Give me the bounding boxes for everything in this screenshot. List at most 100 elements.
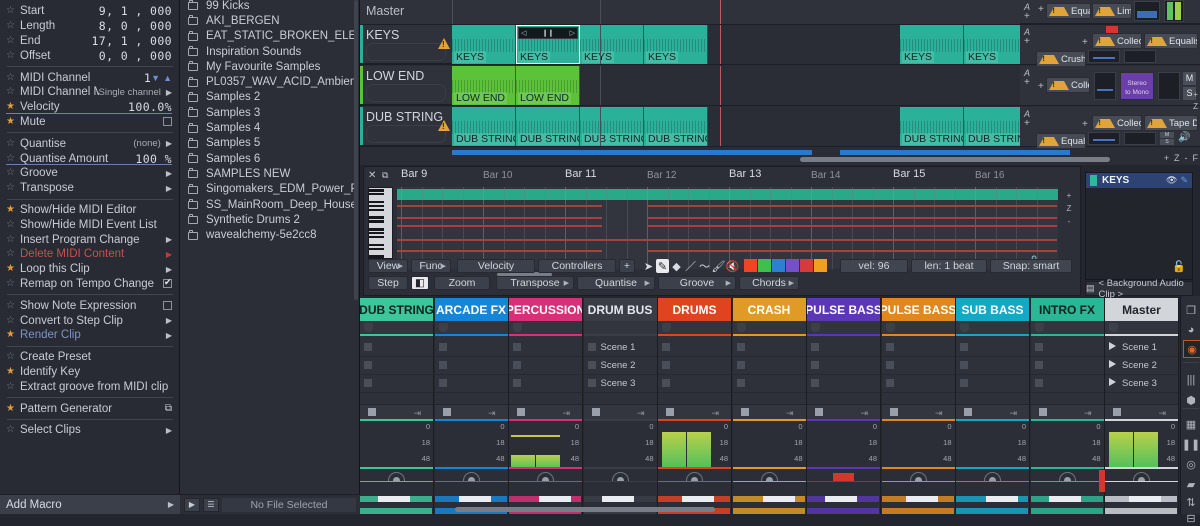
folder-list-item[interactable]: wavealchemy-5e2cc8 bbox=[180, 227, 355, 242]
midi-note[interactable] bbox=[647, 250, 817, 252]
zoom-control-Z[interactable]: Z bbox=[1174, 153, 1180, 163]
piano-keyboard[interactable] bbox=[368, 187, 393, 269]
warning-icon[interactable] bbox=[438, 38, 450, 49]
vertical-zoom-z[interactable]: Z bbox=[1193, 102, 1198, 111]
clip-slot-square[interactable] bbox=[811, 361, 819, 369]
scene-launch-icon[interactable] bbox=[1109, 360, 1116, 368]
favourite-star-icon[interactable]: ☆ bbox=[6, 183, 20, 193]
favourite-star-icon[interactable]: ☆ bbox=[6, 219, 20, 230]
property-row[interactable]: ★ Identify Key bbox=[0, 365, 180, 380]
route-icon[interactable]: ⇥ bbox=[562, 408, 570, 419]
mixer-channel[interactable]: CRASH ⇥ 0 18 48 bbox=[732, 298, 807, 514]
favourite-star-icon[interactable]: ☆ bbox=[6, 315, 20, 326]
plugin-slot[interactable]: Equaliser bbox=[1144, 33, 1198, 49]
favourite-star-icon[interactable]: ★ bbox=[6, 204, 20, 215]
favourite-star-icon[interactable]: ☆ bbox=[6, 35, 20, 46]
favourite-star-icon[interactable]: ☆ bbox=[6, 249, 20, 259]
input-selector[interactable] bbox=[438, 323, 448, 332]
piano-black-key[interactable] bbox=[369, 235, 384, 239]
favourite-star-icon[interactable]: ☆ bbox=[6, 6, 20, 16]
browser-list-view-button[interactable]: ☰ bbox=[203, 497, 219, 512]
stop-button[interactable] bbox=[1038, 408, 1047, 416]
audio-clip[interactable]: DUB STRING bbox=[644, 107, 708, 146]
property-row[interactable]: ★ Render Clip ▶ bbox=[0, 328, 180, 343]
plugin-slot[interactable]: Tape Delay bbox=[1144, 115, 1198, 131]
stop-button[interactable] bbox=[666, 408, 674, 416]
favourite-star-icon[interactable]: ☆ bbox=[6, 87, 20, 97]
note-color-swatch[interactable] bbox=[786, 259, 799, 272]
mixer-channel-name[interactable]: DRUMS bbox=[658, 298, 731, 321]
clip-slot-row[interactable] bbox=[509, 338, 582, 357]
clip-slot-row[interactable] bbox=[658, 374, 731, 393]
channel-eq-strip[interactable] bbox=[1030, 481, 1104, 514]
line-icon[interactable]: ／ bbox=[684, 259, 697, 273]
piano-black-key[interactable] bbox=[369, 192, 384, 196]
eq-band[interactable] bbox=[807, 508, 879, 514]
property-row[interactable]: ☆ Remap on Tempo Change bbox=[0, 277, 180, 292]
mixer-io-row[interactable] bbox=[732, 321, 806, 334]
fader-handle[interactable] bbox=[601, 496, 634, 502]
plugin-meter[interactable] bbox=[1124, 132, 1156, 145]
chevron-up-icon[interactable]: ▲ bbox=[163, 73, 172, 83]
record-arm-indicator[interactable] bbox=[1106, 26, 1118, 33]
fader-handle[interactable] bbox=[1048, 496, 1081, 502]
zoom-control--[interactable]: - bbox=[1185, 153, 1188, 163]
mixer-channel[interactable]: DRUM BUS Scene 1 Scene 2 Scene 3 ⇥ 0 18 48 bbox=[583, 298, 658, 514]
add-plugin-button[interactable]: + bbox=[1082, 37, 1088, 48]
plugin-meter[interactable] bbox=[1088, 132, 1120, 145]
midi-note[interactable] bbox=[812, 225, 1057, 227]
mixer-channel-name[interactable]: SUB BASS bbox=[956, 298, 1029, 321]
note-color-swatch[interactable] bbox=[814, 259, 827, 272]
note-color-swatch[interactable] bbox=[772, 259, 785, 272]
property-row[interactable]: ★ Velocity 100.0% bbox=[0, 100, 180, 115]
checkbox[interactable] bbox=[163, 117, 172, 127]
piano-black-key[interactable] bbox=[369, 243, 384, 247]
plugin-icon[interactable]: ⊟ bbox=[1183, 510, 1199, 526]
zoom-control-F[interactable]: F bbox=[1193, 153, 1199, 163]
clip-slot-row[interactable]: Scene 3 bbox=[583, 374, 657, 393]
mixer-channel[interactable]: SUB BASS ⇥ 0 18 48 bbox=[956, 298, 1030, 514]
mixer-channel-name[interactable]: DUB STRING bbox=[360, 298, 433, 321]
mixer-control-row[interactable]: ⇥ bbox=[732, 404, 806, 419]
checkbox[interactable] bbox=[163, 277, 172, 289]
track-fader-well[interactable] bbox=[366, 125, 446, 143]
clip-slot-row[interactable]: Scene 1 bbox=[583, 338, 657, 357]
clip-slot-row[interactable] bbox=[360, 338, 433, 357]
mixer-strip-area[interactable]: DUB STRING ⇥ 0 18 48 ARCADE FX ⇥ 0 18 48 PERCUSSIO… bbox=[360, 298, 1180, 514]
favourite-star-icon[interactable]: ☆ bbox=[6, 278, 20, 289]
track-fader-well[interactable] bbox=[366, 43, 446, 61]
favourite-star-icon[interactable]: ☆ bbox=[6, 21, 20, 31]
mixer-control-row[interactable]: ⇥ bbox=[807, 404, 880, 419]
mixer-io-row[interactable] bbox=[658, 321, 731, 334]
midi-note[interactable] bbox=[397, 239, 1057, 241]
favourite-star-icon[interactable]: ☆ bbox=[6, 352, 20, 362]
note-color-swatch[interactable] bbox=[744, 259, 757, 272]
mixer-io-row[interactable] bbox=[807, 321, 880, 334]
add-plugin-button[interactable]: + bbox=[1038, 81, 1044, 92]
midi-readout[interactable]: vel: 96 bbox=[840, 259, 908, 273]
piano-black-key[interactable] bbox=[369, 220, 384, 223]
route-icon[interactable]: ⇥ bbox=[860, 408, 868, 419]
midi-note[interactable] bbox=[647, 205, 817, 207]
property-row[interactable]: ☆ Extract groove from MIDI clip bbox=[0, 379, 180, 394]
stop-button[interactable] bbox=[591, 408, 600, 416]
clip-slot-row[interactable] bbox=[434, 374, 508, 393]
folder-list-item[interactable]: Samples 3 bbox=[180, 105, 355, 120]
clip-slot-row[interactable] bbox=[881, 338, 955, 357]
popout-icon[interactable]: ⧉ bbox=[165, 403, 172, 414]
fader-handle[interactable] bbox=[682, 496, 714, 502]
track-header[interactable]: LOW END bbox=[360, 66, 452, 105]
mixer-horizontal-scrollbar[interactable] bbox=[455, 507, 715, 512]
fader-handle[interactable] bbox=[825, 496, 857, 502]
midi-editor[interactable]: ✕ ⧉ Bar 9 Bar 10 Bar 11 Bar 12 Bar 13 Bar 14 B… bbox=[363, 166, 1081, 296]
midi-note[interactable] bbox=[397, 225, 602, 227]
arrangement-region-bar[interactable] bbox=[452, 150, 812, 155]
clip-slot-row[interactable] bbox=[658, 338, 731, 357]
mixer-io-row[interactable] bbox=[1030, 321, 1104, 334]
clip-slot-square[interactable] bbox=[960, 343, 968, 351]
property-row[interactable]: ☆ Insert Program Change ▶ bbox=[0, 232, 180, 247]
stop-button[interactable] bbox=[889, 408, 898, 416]
plugin-slot[interactable]: Equaliser bbox=[1046, 3, 1091, 19]
property-row[interactable]: ☆ Quantise (none) ▶ bbox=[0, 136, 180, 151]
chevron-right-icon[interactable]: ▶ bbox=[166, 184, 172, 193]
